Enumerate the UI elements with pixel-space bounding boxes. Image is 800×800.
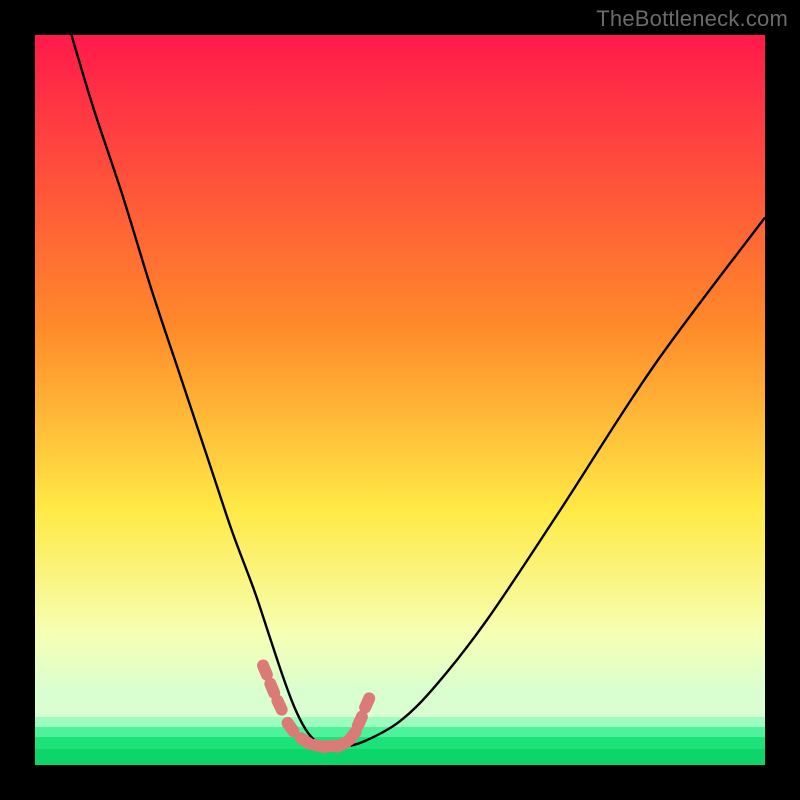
curve-layer <box>35 35 765 765</box>
outer-frame: TheBottleneck.com <box>0 0 800 800</box>
watermark-text: TheBottleneck.com <box>596 6 788 32</box>
plot-area <box>35 35 765 765</box>
bottleneck-curve <box>72 35 766 747</box>
